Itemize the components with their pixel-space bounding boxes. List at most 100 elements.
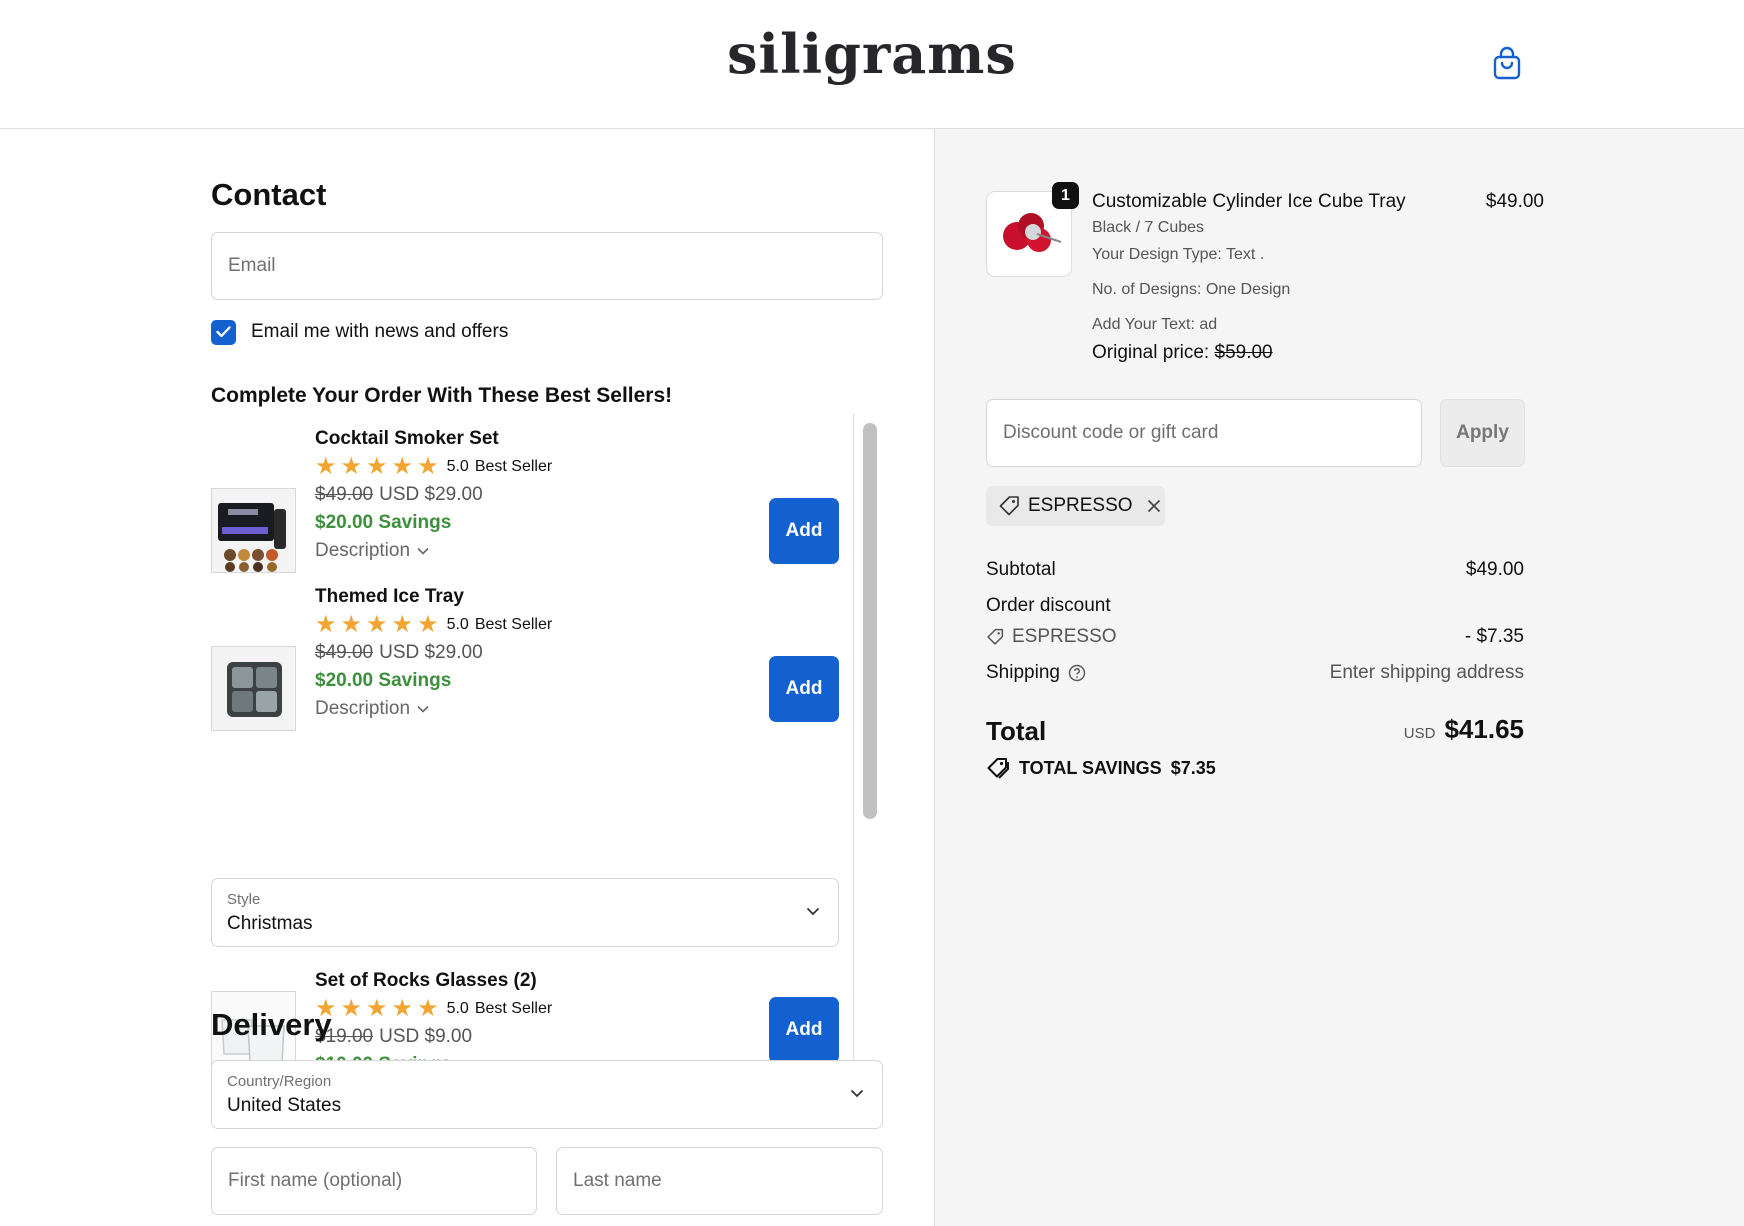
total-value: USD $41.65 [1404,714,1524,745]
style-value: Christmas [227,913,313,934]
cart-item-text: Add Your Text: ad [1092,316,1218,333]
sale-price: USD $29.00 [379,484,483,505]
quantity-badge: 1 [1052,182,1079,209]
chevron-down-icon [417,547,429,555]
order-discount-code: ESPRESSO [986,626,1117,648]
product-prices: $49.00 USD $29.00 [315,481,552,509]
first-name-placeholder: First name (optional) [228,1170,403,1191]
product-rating: ★ ★ ★ ★ ★ 5.0 Best Seller [315,453,552,481]
email-placeholder: Email [228,255,276,276]
rating-value: 5.0 [446,458,469,475]
rating-value: 5.0 [446,1000,469,1017]
cart-item-design-type: Your Design Type: Text . [1092,246,1265,263]
upsell-product: Cocktail Smoker Set ★ ★ ★ ★ ★ 5.0 Best S… [211,413,851,573]
star-icon: ★ [340,995,363,1022]
discount-placeholder: Discount code or gift card [1003,422,1219,443]
newsletter-checkbox[interactable] [211,319,236,345]
description-label: Description [315,698,411,719]
cart-item-original-price: Original price: $59.00 [1092,342,1273,364]
newsletter-option[interactable]: Email me with news and offers [211,319,508,345]
checkmark-icon [216,326,231,338]
remove-discount-button[interactable] [1147,499,1161,513]
best-seller-badge: Best Seller [474,616,553,633]
apply-discount-button[interactable]: Apply [1440,399,1525,467]
last-name-placeholder: Last name [573,1170,662,1191]
country-value: United States [227,1095,342,1116]
newsletter-label: Email me with news and offers [251,321,509,342]
upsell-list[interactable]: Cocktail Smoker Set ★ ★ ★ ★ ★ 5.0 Best S… [211,413,883,1075]
rating-value: 5.0 [446,616,469,633]
product-info: Set of Rocks Glasses (2) ★ ★ ★ ★ ★ 5.0 B… [315,967,552,1074]
delivery-heading: Delivery [211,1007,332,1042]
shipping-value: Enter shipping address [1329,662,1524,683]
total-savings-value: $7.35 [1170,757,1216,778]
site-header: siligrams [0,0,1744,129]
scrollbar-thumb[interactable] [863,423,877,819]
star-icon: ★ [366,453,388,480]
original-price: $49.00 [315,484,374,505]
tag-icon [999,496,1019,516]
applied-code: ESPRESSO [1028,495,1133,516]
product-prices: $49.00 USD $29.00 [315,639,552,667]
discount-code-field[interactable]: Discount code or gift card [986,399,1422,467]
description-label: Description [315,540,411,561]
last-name-field[interactable]: Last name [556,1147,883,1215]
close-icon[interactable] [1147,499,1161,513]
order-summary: 1 Customizable Cylinder Ice Cube Tray $4… [934,129,1744,1226]
star-icon: ★ [417,995,439,1022]
add-rocks-glasses-button[interactable]: Add [769,997,839,1063]
original-price-label: Original price: [1092,342,1210,363]
email-field[interactable]: Email [211,232,883,300]
star-icon: ★ [315,611,337,638]
total-label: Total [986,716,1047,746]
cart-item-name: Customizable Cylinder Ice Cube Tray [1092,191,1406,212]
discount-value: - $7.35 [1464,626,1524,647]
add-cocktail-smoker-button[interactable]: Add [769,498,839,564]
shipping-label: Shipping [986,662,1060,683]
add-themed-ice-tray-button[interactable]: Add [769,656,839,722]
original-price-value: $59.00 [1214,342,1273,363]
product-rating: ★ ★ ★ ★ ★ 5.0 Best Seller [315,995,552,1023]
star-icon: ★ [340,611,363,638]
product-prices: $19.00 USD $9.00 [315,1023,552,1051]
country-select[interactable]: Country/Region United States [211,1060,883,1129]
savings-tag-icon [987,758,1009,779]
sale-price: USD $9.00 [379,1026,473,1047]
star-icon: ★ [417,453,439,480]
original-price: $49.00 [315,642,374,663]
shipping-row: Shipping [986,662,1086,684]
shopping-bag-icon[interactable] [1492,46,1522,80]
chevron-down-icon [417,705,429,713]
cart-item-designs: No. of Designs: One Design [1092,281,1291,298]
product-info: Cocktail Smoker Set ★ ★ ★ ★ ★ 5.0 Best S… [315,425,552,565]
tag-icon [987,628,1004,645]
product-image-cocktail-smoker [211,488,296,573]
style-select[interactable]: Style Christmas [211,878,839,947]
subtotal-value: $49.00 [1465,559,1524,580]
total-savings-label: TOTAL SAVINGS [1019,757,1162,778]
best-seller-badge: Best Seller [474,1000,553,1017]
description-toggle[interactable]: Description [315,537,552,565]
product-savings: $20.00 Savings [315,512,452,533]
first-name-field[interactable]: First name (optional) [211,1147,537,1215]
checkout-form-column: Contact Email Email me with news and off… [0,129,934,1226]
total-savings: TOTAL SAVINGS $7.35 [986,757,1216,779]
cart-item-variant: Black / 7 Cubes [1092,219,1205,236]
style-label: Style [227,891,261,908]
total-currency: USD [1403,725,1436,742]
brand-logo[interactable]: siligrams [0,22,1744,86]
description-toggle[interactable]: Description [315,695,552,723]
star-icon: ★ [417,611,439,638]
star-icon: ★ [391,995,414,1022]
product-savings: $20.00 Savings [315,670,452,691]
star-icon: ★ [366,995,388,1022]
subtotal-label: Subtotal [986,559,1056,580]
star-icon: ★ [391,611,414,638]
discount-code-label: ESPRESSO [1012,626,1117,647]
help-circle-icon[interactable] [1068,664,1086,682]
contact-heading: Contact [211,177,327,212]
sale-price: USD $29.00 [379,642,483,663]
upsell-product: Themed Ice Tray ★ ★ ★ ★ ★ 5.0 Best Selle… [211,571,851,731]
product-name: Set of Rocks Glasses (2) [315,970,537,991]
upsell-scrollbar[interactable] [853,413,883,1074]
